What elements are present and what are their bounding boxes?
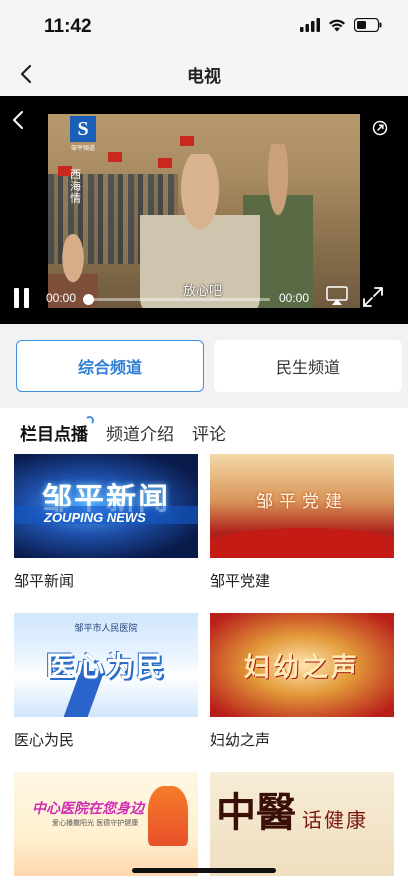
tab-livelihood-channel[interactable]: 民生频道 [214,340,402,392]
program-card-tcm[interactable]: 中醫 话健康 [210,772,394,876]
tab-label: 栏目点播 [20,425,88,445]
program-card-women[interactable]: 妇幼之声 妇幼之声 [210,613,394,750]
thumbnail-title: 医心为民 [45,650,166,683]
tab-channel-intro[interactable]: 频道介绍 [106,420,174,448]
player-controls: 00:00 00:00 [0,276,408,324]
nav-bar: 电视 [0,52,408,96]
pause-icon [24,288,29,308]
share-icon [372,120,388,136]
airplay-button[interactable] [326,286,348,310]
status-icons [300,18,382,32]
thumbnail-title: 中心医院在您身边 [32,801,144,817]
thumbnail-subtitle: 邹平市人民医院 [74,624,138,634]
program-card-news[interactable]: 邹平新闻 ZOUPING NEWS 邹平新闻 [14,454,198,591]
program-label: 邹平党建 [210,572,271,590]
channel-tabs: 综合频道 民生频道 [0,324,408,408]
channel-logo-text: 邹平頻道 [70,145,95,152]
channel-logo: S [70,116,96,142]
player-back-button[interactable] [12,110,24,134]
program-thumbnail: 妇幼之声 [210,613,394,717]
thumbnail-title: 妇幼之声 [243,652,360,683]
home-indicator [132,868,276,873]
airplay-icon [326,286,348,305]
tab-comments[interactable]: 评论 [192,420,226,448]
program-label: 妇幼之声 [210,731,271,749]
program-card-party[interactable]: 邹平党建 邹平党建 [210,454,394,591]
signal-icon [300,18,320,32]
pause-button[interactable] [14,288,30,308]
video-player[interactable]: S 邹平頻道 西海情 放心吧 00:00 00:00 [0,96,408,324]
thumbnail-wave [210,528,394,558]
page-title: 电视 [187,67,221,87]
program-label: 医心为民 [14,731,75,749]
current-time: 00:00 [46,291,77,305]
flag-shape [108,152,122,162]
wifi-icon [329,19,345,32]
progress-knob[interactable] [83,294,94,305]
tab-program-vod[interactable]: 栏目点播 [20,416,94,448]
battery-icon [354,18,382,32]
program-card-doctor[interactable]: 邹平市人民医院 医心为民 医心为民 [14,613,198,750]
status-time: 11:42 [44,16,92,37]
drama-title: 西海情 [70,168,81,205]
program-card-hospital[interactable]: 中心医院在您身边 爱心播撒阳光 医德守护健康 [14,772,198,876]
share-button[interactable] [372,120,388,140]
thumbnail-title: 邹平党建 [256,491,348,512]
active-indicator-icon [85,416,94,425]
thumbnail-subtitle: ZOUPING NEWS [44,510,146,525]
sub-tabs: 栏目点播 频道介绍 评论 [20,416,226,448]
progress-bar[interactable] [83,294,270,305]
status-bar: 11:42 [0,0,408,52]
fullscreen-button[interactable] [362,286,384,312]
flag-shape [180,136,194,146]
thumbnail-title: 中醫 [216,789,296,836]
fullscreen-icon [363,287,383,307]
chevron-left-icon [13,111,23,129]
thumbnail-figure [148,786,188,846]
total-time: 00:00 [279,291,310,305]
tab-comprehensive-channel[interactable]: 综合频道 [16,340,204,392]
content-area: 栏目点播 频道介绍 评论 邹平新闻 ZOUPING NEWS 邹平新闻 邹平党建… [0,408,408,883]
program-thumbnail: 邹平市人民医院 医心为民 [14,613,198,717]
thumbnail-subtitle: 爱心播撒阳光 医德守护健康 [52,819,139,827]
program-thumbnail: 邹平党建 [210,454,394,558]
program-thumbnail: 邹平新闻 ZOUPING NEWS [14,454,198,558]
thumbnail-subtitle: 话健康 [302,808,368,832]
pause-icon [14,288,19,308]
program-thumbnail: 中心医院在您身边 爱心播撒阳光 医德守护健康 [14,772,198,876]
program-label: 邹平新闻 [14,572,75,590]
program-thumbnail: 中醫 话健康 [210,772,394,876]
